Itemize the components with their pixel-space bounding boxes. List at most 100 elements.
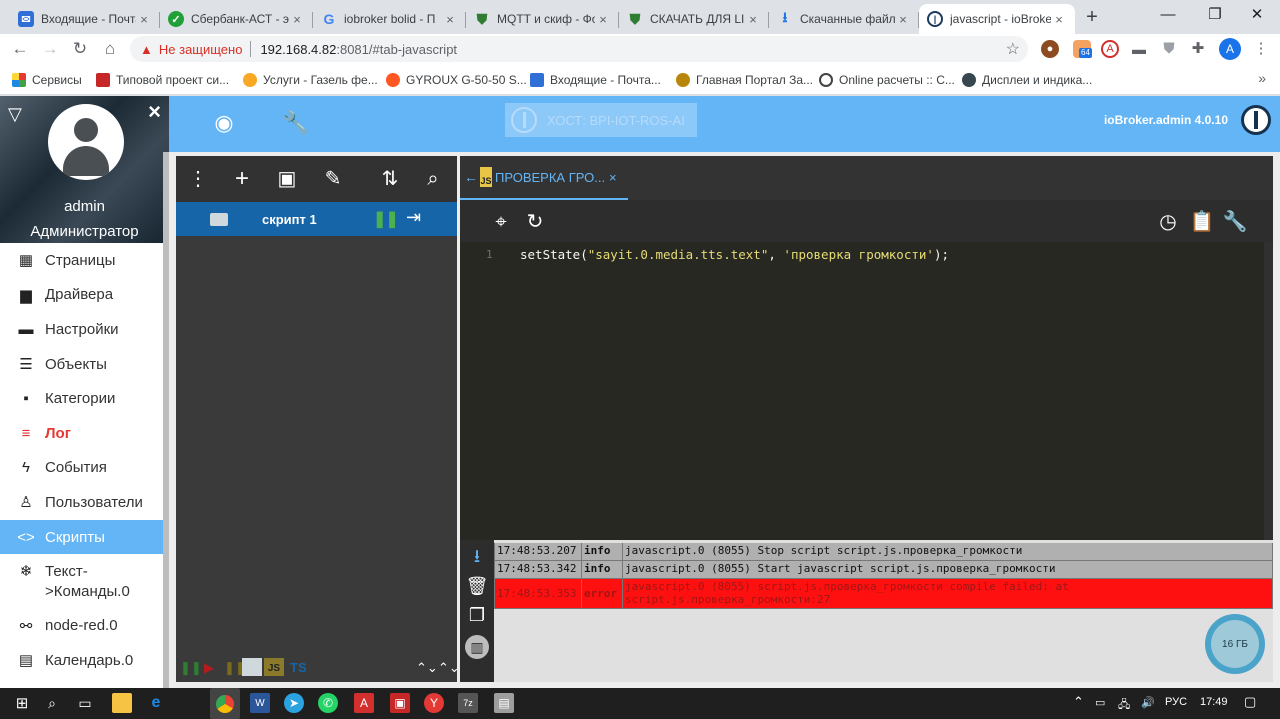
task-view-icon[interactable]: ▭ bbox=[75, 693, 95, 713]
chrome-icon[interactable] bbox=[210, 688, 240, 719]
more-bookmarks-icon[interactable]: » bbox=[1258, 70, 1266, 86]
extension-icon[interactable]: ● bbox=[1041, 40, 1059, 58]
sidebar-item-scripts[interactable]: <> Скрипты bbox=[0, 519, 163, 555]
close-icon[interactable]: × bbox=[1051, 12, 1067, 27]
bookmark-item[interactable]: Главная Портал За... bbox=[676, 71, 813, 89]
copy-icon[interactable]: ❐ bbox=[465, 603, 489, 627]
settings-wrench-icon[interactable]: 🔧 bbox=[1222, 209, 1248, 235]
volume-icon[interactable]: 🔊 bbox=[1141, 696, 1155, 709]
puzzle-icon[interactable]: ✚ bbox=[1189, 40, 1207, 58]
search-icon[interactable]: ⌕ bbox=[419, 165, 447, 193]
close-icon[interactable]: × bbox=[895, 12, 911, 27]
bookmark-item[interactable]: Услуги - Газель фе... bbox=[243, 71, 378, 89]
close-icon[interactable]: × bbox=[289, 12, 305, 27]
columns-icon[interactable]: ▥ bbox=[465, 635, 489, 659]
edit-icon[interactable]: ✎ bbox=[319, 165, 347, 193]
scroll-down-icon[interactable]: ⭳ bbox=[465, 544, 489, 568]
shield-icon[interactable]: ⛊ bbox=[1160, 40, 1178, 58]
tree-item-script[interactable]: скрипт 1 ❚❚ ⇥ bbox=[176, 202, 457, 236]
back-arrow-icon[interactable]: ← bbox=[8, 38, 32, 60]
sidebar-item-calendar[interactable]: ▤ Календарь.0 bbox=[0, 643, 163, 678]
browser-tab[interactable]: ⭳ Скачанные файлы × bbox=[769, 4, 919, 34]
pause-icon[interactable]: ❚❚ bbox=[373, 209, 399, 229]
bookmark-item[interactable]: Сервисы bbox=[12, 71, 82, 89]
language-indicator[interactable]: РУС bbox=[1165, 696, 1187, 708]
search-icon[interactable]: ⌕ bbox=[42, 693, 62, 713]
profile-avatar[interactable]: A bbox=[1219, 38, 1241, 60]
expand-icon[interactable]: ⌃⌄ bbox=[438, 660, 460, 676]
edge-icon[interactable]: e bbox=[146, 693, 166, 713]
blockly-filter-icon[interactable] bbox=[242, 658, 262, 676]
tray-expand-icon[interactable]: ⌃ bbox=[1073, 694, 1084, 710]
security-label[interactable]: Не защищено bbox=[159, 42, 243, 57]
extension-icon[interactable]: 64 bbox=[1073, 40, 1092, 58]
close-icon[interactable]: × bbox=[745, 12, 761, 27]
new-folder-icon[interactable]: ▣ bbox=[273, 165, 301, 193]
sidebar-item-settings[interactable]: ▬ Настройки bbox=[0, 312, 163, 347]
delete-icon[interactable]: 🗑 bbox=[465, 574, 489, 598]
notifications-icon[interactable]: ▢ bbox=[1244, 694, 1256, 710]
browser-tab[interactable]: ✓ Сбербанк-АСТ - э × bbox=[160, 4, 313, 34]
bookmark-item[interactable]: Online расчеты :: С... bbox=[819, 71, 955, 89]
play-filter-icon[interactable]: ▶ bbox=[204, 660, 214, 676]
close-icon[interactable]: × bbox=[595, 12, 611, 27]
windows-start-icon[interactable]: ⊞ bbox=[12, 693, 32, 713]
eye-icon[interactable]: ◉ bbox=[207, 106, 241, 140]
wrench-icon[interactable]: 🔧 bbox=[279, 106, 313, 140]
sidebar-item-text-commands[interactable]: ❄ Текст- >Команды.0 bbox=[0, 554, 163, 608]
address-bar[interactable]: ▲ Не защищено 192.168.4.82:8081/#tab-jav… bbox=[130, 36, 1028, 62]
avatar[interactable] bbox=[48, 104, 124, 180]
tab-script[interactable]: ← JS ПРОВЕРКА ГРО... × bbox=[460, 156, 628, 200]
browser-tab[interactable]: ⛊ СКАЧАТЬ ДЛЯ LIN × bbox=[619, 4, 769, 34]
host-selector[interactable]: ХОСТ: BPI-IOT-ROS-AI bbox=[505, 103, 697, 137]
sidebar-item-events[interactable]: ϟ События bbox=[0, 451, 163, 486]
editor-scrollbar[interactable] bbox=[1264, 242, 1273, 540]
collapse-icon[interactable]: ⌃⌄ bbox=[416, 660, 438, 676]
telegram-icon[interactable]: ➤ bbox=[284, 693, 304, 713]
pdf-icon[interactable]: A bbox=[354, 693, 374, 713]
bookmark-item[interactable]: Входящие - Почта... bbox=[530, 71, 661, 89]
close-tab-icon[interactable]: × bbox=[609, 170, 617, 185]
window-close-button[interactable]: ✕ bbox=[1234, 0, 1280, 32]
typescript-filter-icon[interactable]: TS bbox=[290, 660, 307, 675]
battery-icon[interactable]: ▭ bbox=[1095, 696, 1105, 709]
word-icon[interactable]: W bbox=[250, 693, 270, 713]
code-editor[interactable]: 1 setState("sayit.0.media.tts.text", 'пр… bbox=[460, 242, 1273, 540]
bookmark-item[interactable]: Типовой проект си... bbox=[96, 71, 229, 89]
sidebar-item-log[interactable]: ≡ Лог bbox=[0, 416, 163, 451]
javascript-filter-icon[interactable]: JS bbox=[264, 658, 284, 676]
pause-filter-icon[interactable]: ❚❚ bbox=[180, 660, 202, 676]
home-icon[interactable]: ⌂ bbox=[98, 38, 122, 60]
sidebar-item-categories[interactable]: ▪ Категории bbox=[0, 381, 163, 416]
clock[interactable]: 17:49 bbox=[1200, 696, 1228, 708]
crosshair-icon[interactable]: ⌖ bbox=[488, 209, 514, 235]
export-icon[interactable]: ⇥ bbox=[406, 207, 421, 228]
add-icon[interactable]: + bbox=[228, 165, 256, 193]
extension-icon[interactable]: ▬ bbox=[1130, 40, 1148, 58]
forward-arrow-icon[interactable]: → bbox=[38, 38, 62, 60]
sidebar-item-objects[interactable]: ☰ Объекты bbox=[0, 347, 163, 382]
network-icon[interactable]: 🖧 bbox=[1118, 696, 1130, 715]
sidebar-item-users[interactable]: ♙ Пользователи bbox=[0, 485, 163, 520]
browser-tab[interactable]: ⛊ MQTT и скиф - Фо × bbox=[466, 4, 619, 34]
arrow-left-icon[interactable]: ← bbox=[464, 169, 478, 185]
menu-toggle-icon[interactable]: ▽ bbox=[8, 104, 22, 125]
maximize-button[interactable]: ❐ bbox=[1192, 0, 1238, 32]
bookmark-item[interactable]: GYROUX G-50-50 S... bbox=[386, 71, 527, 89]
new-tab-button[interactable]: + bbox=[1080, 6, 1104, 30]
clipboard-icon[interactable]: 📋 bbox=[1189, 209, 1215, 235]
iobroker-logo-icon[interactable] bbox=[1241, 105, 1271, 135]
notepad-icon[interactable]: ▤ bbox=[494, 693, 514, 713]
adblock-icon[interactable]: A bbox=[1101, 40, 1119, 58]
whatsapp-icon[interactable]: ✆ bbox=[318, 693, 338, 713]
yandex-icon[interactable]: Y bbox=[424, 693, 444, 713]
minimize-button[interactable]: — bbox=[1145, 0, 1191, 32]
restart-icon[interactable]: ↻ bbox=[522, 209, 548, 235]
sidebar-item-pages[interactable]: ▦ Страницы bbox=[0, 243, 163, 278]
sidebar-item-node-red[interactable]: ⚯ node-red.0 bbox=[0, 608, 163, 643]
archiver-icon[interactable]: 7z bbox=[458, 693, 478, 713]
file-explorer-icon[interactable] bbox=[112, 693, 132, 713]
bookmark-item[interactable]: Дисплеи и индика... bbox=[962, 71, 1092, 89]
clock-icon[interactable]: ◷ bbox=[1155, 209, 1181, 235]
app-icon[interactable]: ▣ bbox=[390, 693, 410, 713]
